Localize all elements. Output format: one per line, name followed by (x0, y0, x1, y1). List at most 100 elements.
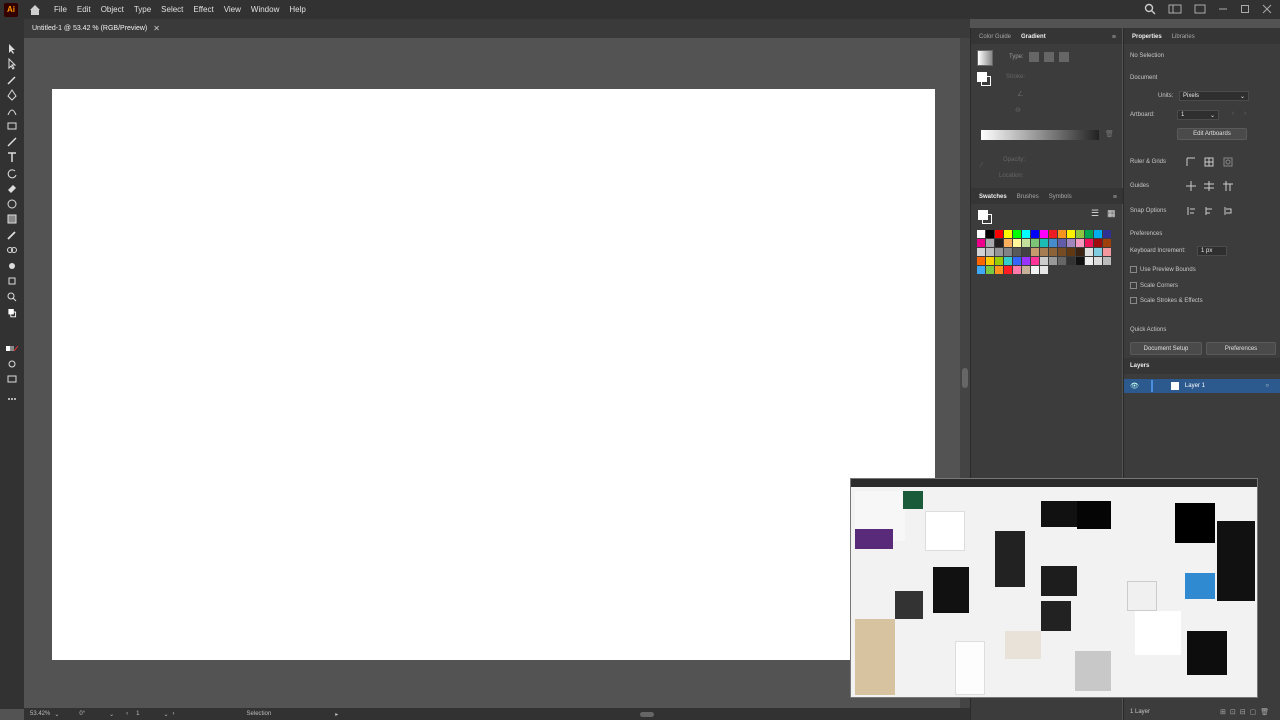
menu-edit[interactable]: Edit (77, 5, 91, 14)
swatch[interactable] (977, 257, 985, 265)
gradient-tool-icon[interactable] (6, 213, 18, 225)
swatch[interactable] (1049, 239, 1057, 247)
more-tools-icon[interactable] (6, 393, 18, 405)
document-setup-button[interactable]: Document Setup (1130, 342, 1202, 355)
swatch[interactable] (1067, 230, 1075, 238)
rotation-field[interactable]: 0° ⌄ (79, 711, 114, 718)
tab-swatches[interactable]: Swatches (979, 194, 1007, 204)
scale-corners-checkbox[interactable] (1130, 282, 1137, 289)
swatch[interactable] (1031, 230, 1039, 238)
swatch[interactable] (1103, 239, 1111, 247)
swatch[interactable] (995, 248, 1003, 256)
swatch[interactable] (1022, 239, 1030, 247)
maximize-icon[interactable] (1240, 4, 1250, 14)
scale-strokes-checkbox[interactable] (1130, 297, 1137, 304)
swatch[interactable] (1049, 248, 1057, 256)
gradient-slider[interactable] (981, 130, 1099, 140)
grid-view-icon[interactable]: ▦ (1107, 208, 1116, 219)
curvature-tool-icon[interactable] (6, 105, 18, 117)
layer-name[interactable]: Layer 1 (1185, 383, 1205, 389)
menu-view[interactable]: View (224, 5, 241, 14)
swatch[interactable] (1076, 239, 1084, 247)
layer-target-icon[interactable]: ○ (1265, 383, 1269, 389)
show-guides-icon[interactable] (1186, 181, 1196, 191)
swatch[interactable] (1085, 257, 1093, 265)
menu-type[interactable]: Type (134, 5, 151, 14)
selection-tool-icon[interactable] (6, 43, 18, 55)
close-icon[interactable] (1262, 4, 1272, 14)
menu-object[interactable]: Object (101, 5, 124, 14)
panel-menu-icon[interactable]: ≡ (1112, 34, 1116, 41)
swatch[interactable] (1040, 248, 1048, 256)
color-mode-icon[interactable] (6, 343, 18, 355)
swatch[interactable] (1067, 257, 1075, 265)
preferences-button[interactable]: Preferences (1206, 342, 1276, 355)
swatch[interactable] (1094, 257, 1102, 265)
snap-to-pixel-icon[interactable] (1204, 206, 1214, 216)
swatch[interactable] (986, 266, 994, 274)
swatch[interactable] (1013, 239, 1021, 247)
list-view-icon[interactable]: ☰ (1091, 208, 1099, 219)
tab-color-guide[interactable]: Color Guide (979, 34, 1011, 44)
swatch[interactable] (1022, 257, 1030, 265)
status-tool[interactable]: Selection ▸ (247, 711, 339, 718)
swatch[interactable] (986, 257, 994, 265)
play-icon[interactable]: ▸ (335, 711, 338, 718)
next-artboard-icon[interactable]: › (173, 711, 175, 717)
layer-row[interactable]: 👁 Layer 1 ○ (1124, 379, 1280, 393)
swatch[interactable] (1058, 230, 1066, 238)
use-preview-bounds-option[interactable]: Use Preview Bounds (1130, 266, 1196, 273)
swatch[interactable] (1085, 230, 1093, 238)
swatch[interactable] (1076, 248, 1084, 256)
swatch[interactable] (1067, 248, 1075, 256)
swatch[interactable] (1067, 239, 1075, 247)
tab-symbols[interactable]: Symbols (1049, 194, 1072, 204)
blend-tool-icon[interactable] (6, 244, 18, 256)
screen-mode-icon[interactable] (6, 373, 18, 385)
prev-artboard-icon[interactable]: ‹ (126, 711, 128, 717)
arrange-icon[interactable] (1194, 4, 1206, 14)
units-select[interactable]: Pixels ⌄ (1179, 91, 1249, 101)
swatch[interactable] (1058, 257, 1066, 265)
swatch[interactable] (977, 248, 985, 256)
direct-selection-tool-icon[interactable] (6, 58, 18, 70)
use-preview-bounds-checkbox[interactable] (1130, 266, 1137, 273)
snap-to-glyph-icon[interactable] (1223, 206, 1233, 216)
snap-to-point-icon[interactable] (1186, 206, 1196, 216)
swatch[interactable] (1103, 230, 1111, 238)
rotate-tool-icon[interactable] (6, 167, 18, 179)
search-icon[interactable] (1144, 3, 1156, 15)
menu-file[interactable]: File (54, 5, 67, 14)
gradient-swatch[interactable] (977, 50, 993, 66)
swatch[interactable] (1085, 239, 1093, 247)
swatch[interactable] (986, 248, 994, 256)
swatch[interactable] (1058, 239, 1066, 247)
radial-gradient-button[interactable] (1044, 52, 1054, 62)
tab-properties[interactable]: Properties (1132, 34, 1162, 44)
swatch[interactable] (1004, 266, 1012, 274)
swatch[interactable] (1031, 266, 1039, 274)
prev-artboard-icon[interactable]: ‹ (1232, 110, 1234, 117)
scrollbar-thumb[interactable] (962, 368, 968, 388)
tab-libraries[interactable]: Libraries (1172, 34, 1195, 44)
swatch[interactable] (1040, 266, 1048, 274)
tab-gradient[interactable]: Gradient (1021, 34, 1046, 44)
pixel-grid-icon[interactable] (1223, 157, 1233, 167)
smart-guides-icon[interactable] (1223, 181, 1233, 191)
home-icon[interactable] (28, 3, 42, 17)
swatch[interactable] (1013, 248, 1021, 256)
swatch[interactable] (1076, 230, 1084, 238)
grid-icon[interactable] (1204, 157, 1214, 167)
swatch[interactable] (1085, 248, 1093, 256)
swatch[interactable] (986, 230, 994, 238)
swatch[interactable] (995, 257, 1003, 265)
stroke-icon[interactable] (981, 76, 991, 86)
lock-guides-icon[interactable] (1204, 181, 1214, 191)
symbol-sprayer-tool-icon[interactable] (6, 260, 18, 272)
artboard[interactable] (52, 89, 935, 660)
workspace-icon[interactable] (1168, 4, 1182, 14)
swatch[interactable] (1022, 266, 1030, 274)
swatch[interactable] (1040, 239, 1048, 247)
layers-footer-icons[interactable]: ⊞⊡⊟▢🗑 (1220, 708, 1273, 716)
swatch[interactable] (1013, 266, 1021, 274)
